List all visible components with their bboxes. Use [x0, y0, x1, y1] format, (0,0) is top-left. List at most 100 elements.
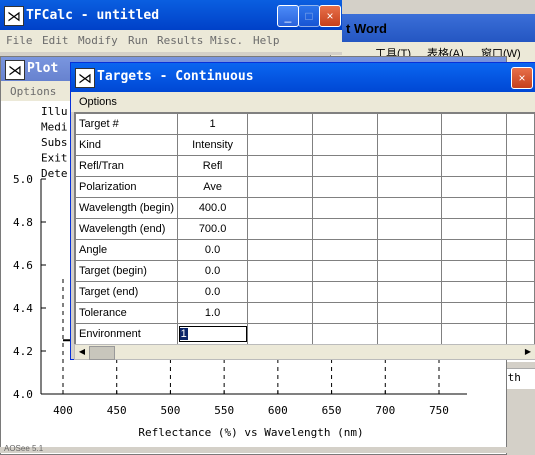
empty-cell[interactable]	[376, 197, 443, 219]
empty-cell[interactable]	[247, 281, 314, 303]
empty-cell[interactable]	[247, 218, 314, 240]
empty-cell[interactable]	[247, 155, 314, 177]
empty-cell[interactable]	[247, 113, 314, 135]
menu-results[interactable]: Results	[157, 34, 203, 47]
y-tick-label: 4.6	[13, 259, 33, 272]
empty-cell[interactable]	[441, 323, 508, 345]
target-row: Environment 1	[75, 323, 535, 345]
empty-cell[interactable]	[506, 260, 535, 282]
target-row-value[interactable]: Ave	[176, 176, 249, 198]
empty-cell[interactable]	[506, 281, 535, 303]
empty-cell[interactable]	[441, 302, 508, 324]
plot-menu-options[interactable]: Options	[10, 85, 56, 98]
empty-cell[interactable]	[506, 113, 535, 135]
target-row-value[interactable]: 1.0	[176, 302, 249, 324]
menu-run[interactable]: Run	[128, 34, 148, 47]
empty-cell[interactable]	[376, 302, 443, 324]
empty-cell[interactable]	[441, 281, 508, 303]
empty-cell[interactable]	[376, 134, 443, 156]
empty-cell[interactable]	[247, 134, 314, 156]
x-tick-label: 600	[268, 404, 288, 417]
empty-cell[interactable]	[312, 218, 378, 240]
y-tick-label: 4.4	[13, 302, 33, 315]
targets-close-button[interactable]: ×	[511, 67, 533, 89]
empty-cell[interactable]	[312, 302, 378, 324]
target-row-value[interactable]: 700.0	[176, 218, 249, 240]
empty-cell[interactable]	[506, 197, 535, 219]
empty-cell[interactable]	[312, 239, 378, 261]
empty-cell[interactable]	[506, 239, 535, 261]
scroll-thumb[interactable]	[89, 346, 115, 360]
empty-cell[interactable]	[312, 260, 378, 282]
close-button[interactable]: ×	[319, 5, 341, 27]
empty-cell[interactable]	[441, 197, 508, 219]
empty-cell[interactable]	[506, 176, 535, 198]
scroll-right-icon[interactable]: ▶	[521, 345, 535, 359]
empty-cell[interactable]	[506, 302, 535, 324]
empty-cell[interactable]	[441, 113, 508, 135]
target-row: Kind Intensity	[75, 134, 535, 156]
target-row-value[interactable]: Intensity	[176, 134, 249, 156]
empty-cell[interactable]	[247, 323, 314, 345]
menu-modify[interactable]: Modify	[78, 34, 118, 47]
target-row-value[interactable]: 0.0	[176, 239, 249, 261]
empty-cell[interactable]	[441, 260, 508, 282]
empty-cell[interactable]	[247, 239, 314, 261]
empty-cell[interactable]	[441, 218, 508, 240]
empty-cell[interactable]	[441, 239, 508, 261]
x-tick-label: 450	[107, 404, 127, 417]
target-row-value[interactable]: 400.0	[176, 197, 249, 219]
empty-cell[interactable]	[312, 113, 378, 135]
empty-cell[interactable]	[376, 218, 443, 240]
target-row-label: Polarization	[75, 176, 178, 198]
target-row-label: Target (begin)	[75, 260, 178, 282]
target-row-value[interactable]: 1	[176, 323, 249, 345]
empty-cell[interactable]	[312, 281, 378, 303]
y-tick-label: 4.8	[13, 216, 33, 229]
empty-cell[interactable]	[506, 323, 535, 345]
empty-cell[interactable]	[312, 323, 378, 345]
target-row-value[interactable]: 1	[176, 113, 249, 135]
empty-cell[interactable]	[506, 134, 535, 156]
menu-edit[interactable]: Edit	[42, 34, 69, 47]
empty-cell[interactable]	[441, 176, 508, 198]
empty-cell[interactable]	[247, 302, 314, 324]
tfcalc-window: ⋊ TFCalc - untitled _ □ × File Edit Modi…	[0, 0, 342, 55]
target-row-value[interactable]: 0.0	[176, 260, 249, 282]
empty-cell[interactable]	[441, 155, 508, 177]
menu-misc[interactable]: Misc.	[210, 34, 243, 47]
empty-cell[interactable]	[312, 155, 378, 177]
empty-cell[interactable]	[247, 176, 314, 198]
targets-app-icon: ⋊	[75, 68, 95, 88]
empty-cell[interactable]	[376, 260, 443, 282]
tfcalc-title-bar[interactable]: ⋊ TFCalc - untitled _ □ ×	[0, 0, 342, 30]
empty-cell[interactable]	[312, 134, 378, 156]
x-axis-label: Reflectance (%) vs Wavelength (nm)	[138, 426, 363, 439]
targets-menu-options[interactable]: Options	[79, 96, 117, 108]
empty-cell[interactable]	[441, 134, 508, 156]
empty-cell[interactable]	[312, 176, 378, 198]
targets-title: Targets - Continuous	[97, 69, 254, 84]
empty-cell[interactable]	[312, 197, 378, 219]
empty-cell[interactable]	[376, 155, 443, 177]
target-row-value[interactable]: 0.0	[176, 281, 249, 303]
target-row-value[interactable]: Refl	[176, 155, 249, 177]
empty-cell[interactable]	[506, 218, 535, 240]
targets-title-bar[interactable]: ⋊ Targets - Continuous ×	[71, 63, 535, 92]
empty-cell[interactable]	[376, 239, 443, 261]
target-row: Target #1	[75, 113, 535, 135]
empty-cell[interactable]	[247, 197, 314, 219]
horizontal-scrollbar[interactable]: ◀ ▶	[74, 344, 535, 360]
scroll-left-icon[interactable]: ◀	[75, 345, 89, 359]
empty-cell[interactable]	[376, 281, 443, 303]
menu-file[interactable]: File	[6, 34, 33, 47]
environment-input[interactable]: 1	[178, 326, 247, 342]
empty-cell[interactable]	[376, 323, 443, 345]
minimize-button[interactable]: _	[277, 5, 299, 27]
empty-cell[interactable]	[376, 176, 443, 198]
empty-cell[interactable]	[247, 260, 314, 282]
menu-help[interactable]: Help	[253, 34, 280, 47]
maximize-button[interactable]: □	[298, 5, 320, 27]
empty-cell[interactable]	[376, 113, 443, 135]
empty-cell[interactable]	[506, 155, 535, 177]
